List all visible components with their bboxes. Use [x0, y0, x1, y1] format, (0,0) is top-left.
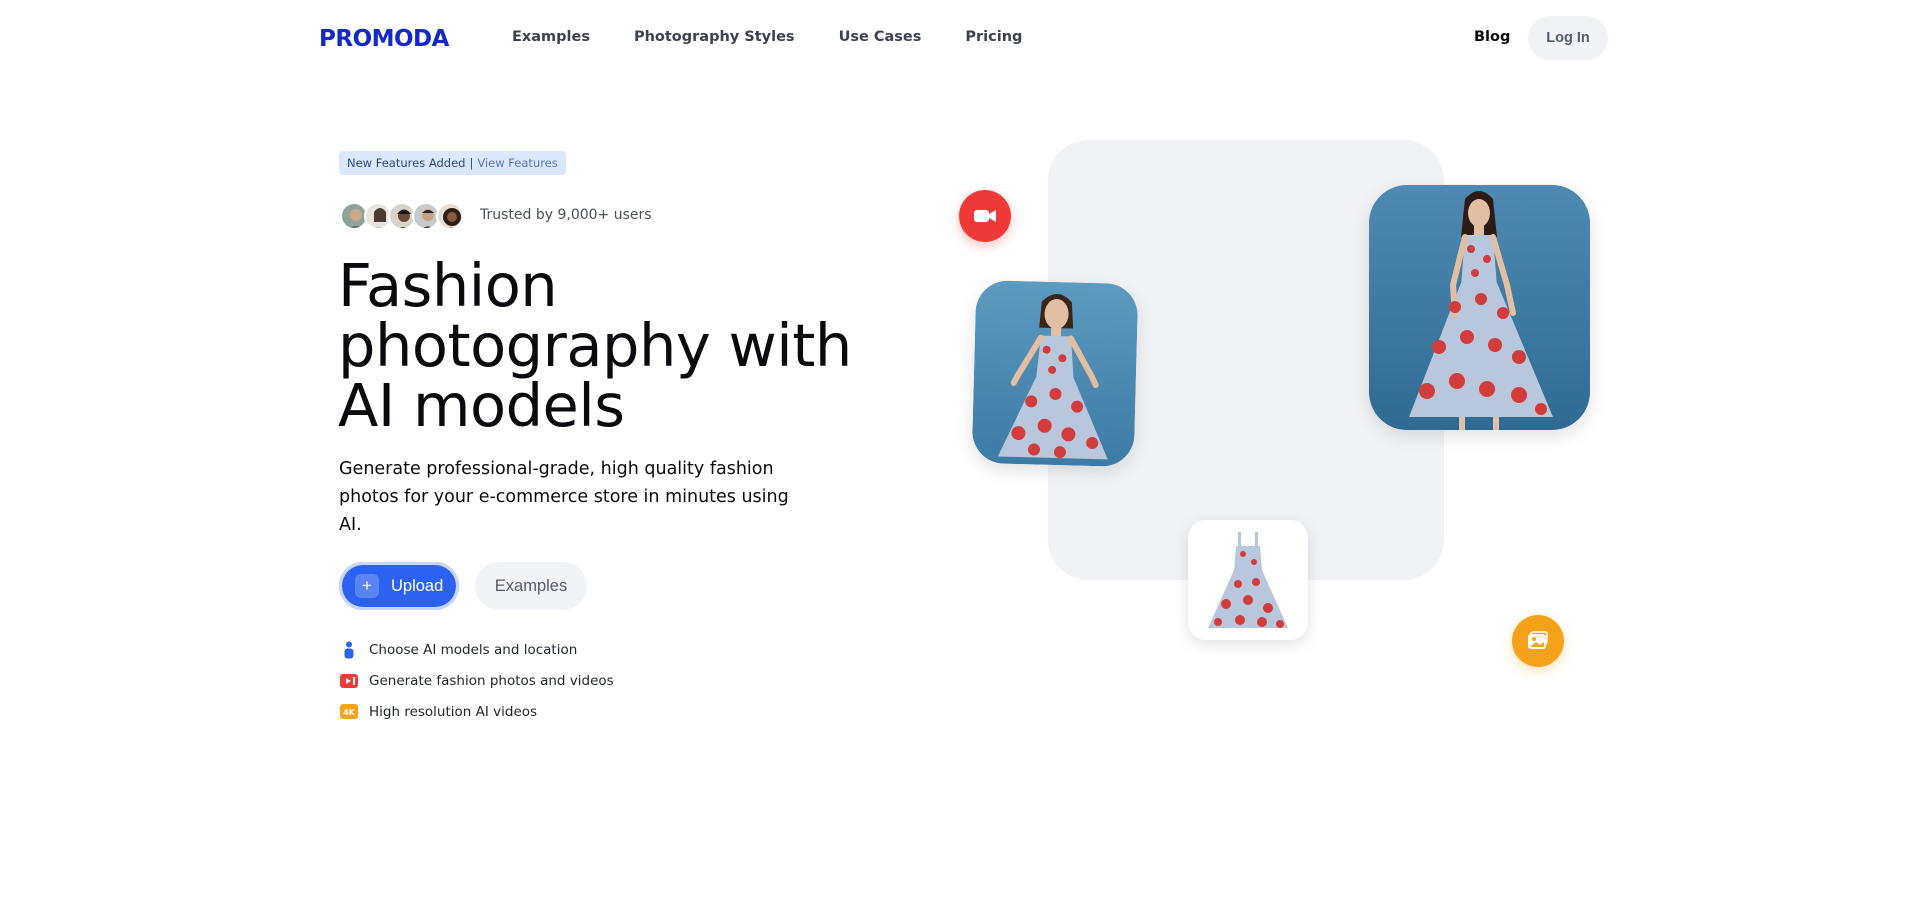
model-photo-right [1369, 185, 1590, 430]
feature-text: Choose AI models and location [369, 641, 578, 658]
examples-button[interactable]: Examples [475, 562, 587, 610]
badge-new-features-text: New Features Added [347, 156, 466, 170]
feature-text: Generate fashion photos and videos [369, 672, 614, 689]
trusted-by-text: Trusted by 9,000+ users [480, 207, 652, 223]
new-features-badge[interactable]: New Features Added | View Features [339, 151, 566, 175]
brand-logo[interactable]: PROMODA [319, 26, 449, 52]
login-button[interactable]: Log In [1528, 16, 1608, 60]
list-item: Generate fashion photos and videos [340, 665, 614, 696]
avatar [436, 202, 464, 230]
upload-button-label: Upload [391, 576, 444, 595]
person-icon [340, 641, 358, 659]
hero-subheading: Generate professional-grade, high qualit… [339, 459, 789, 535]
image-gallery-icon [1512, 615, 1564, 667]
headline-line-1: Fashion [338, 251, 558, 320]
page-title: Fashion photography with AI models [338, 256, 898, 436]
upload-button[interactable]: + Upload [339, 562, 459, 610]
list-item: Choose AI models and location [340, 634, 614, 665]
nav-link-photography-styles[interactable]: Photography Styles [634, 29, 795, 45]
feature-text: High resolution AI videos [369, 703, 538, 720]
badge-separator: | [469, 156, 474, 170]
video-camera-icon [959, 190, 1011, 242]
4k-icon: 4K [340, 703, 358, 721]
headline-line-2: photography with [338, 311, 852, 380]
nav-link-use-cases[interactable]: Use Cases [839, 29, 922, 45]
nav-link-examples[interactable]: Examples [512, 29, 590, 45]
list-item: 4K High resolution AI videos [340, 696, 614, 727]
headline-line-3: AI models [338, 371, 625, 440]
video-icon [340, 672, 358, 690]
model-photo-left [971, 279, 1139, 468]
top-nav: PROMODA Examples Photography Styles Use … [0, 0, 1916, 78]
nav-link-blog[interactable]: Blog [1474, 29, 1510, 45]
user-avatars [340, 202, 464, 230]
feature-list: Choose AI models and location Generate f… [340, 634, 614, 727]
badge-view-features-link[interactable]: View Features [477, 156, 557, 170]
nav-links: Examples Photography Styles Use Cases Pr… [512, 29, 1066, 45]
nav-link-pricing[interactable]: Pricing [965, 29, 1022, 45]
4k-badge-text: 4K [343, 708, 356, 717]
plus-icon: + [355, 574, 379, 598]
product-photo-dress [1188, 520, 1308, 640]
